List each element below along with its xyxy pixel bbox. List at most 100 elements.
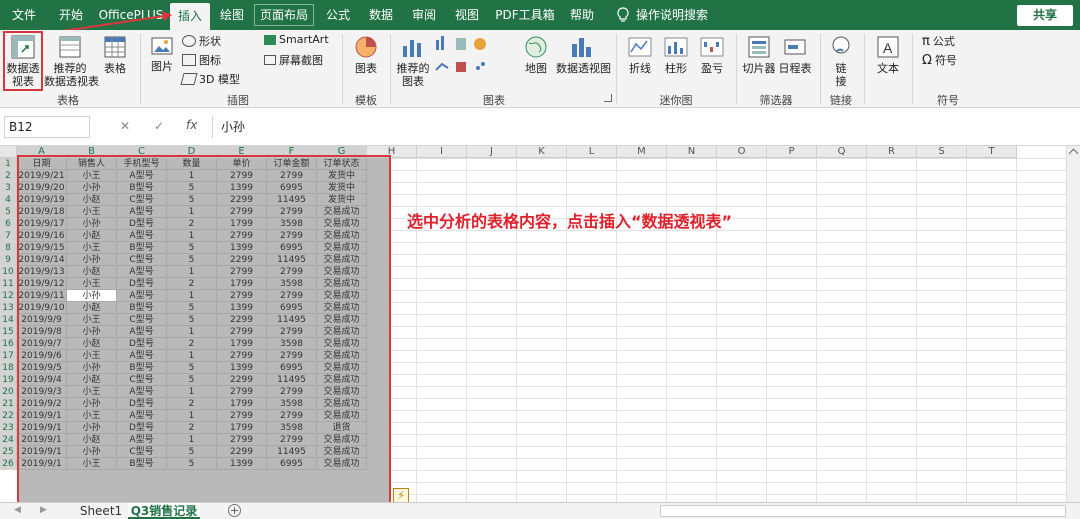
row-header-18[interactable]: 18 bbox=[0, 362, 17, 374]
tab-draw[interactable]: 绘图 bbox=[214, 0, 250, 30]
confirm-icon[interactable]: ✓ bbox=[154, 119, 164, 133]
3d-models-button[interactable]: 3D 模型 bbox=[180, 71, 240, 87]
row-header-3[interactable]: 3 bbox=[0, 182, 17, 194]
template-chart-button[interactable]: 图表 bbox=[350, 34, 382, 75]
ribbon-separator bbox=[820, 34, 821, 104]
share-button[interactable]: 共享 bbox=[1017, 5, 1073, 26]
tab-help[interactable]: 帮助 bbox=[564, 0, 600, 30]
sheet-tab-q3-sales[interactable]: Q3销售记录 bbox=[128, 503, 200, 519]
symbol-label: 符号 bbox=[934, 54, 957, 67]
formula-input[interactable]: 小孙 bbox=[212, 116, 1076, 138]
chart-template-icon bbox=[355, 36, 377, 58]
row-header-9[interactable]: 9 bbox=[0, 254, 17, 266]
column-header-s[interactable]: S bbox=[917, 146, 967, 158]
row-header-14[interactable]: 14 bbox=[0, 314, 17, 326]
tab-file[interactable]: 文件 bbox=[6, 0, 42, 30]
shapes-icon bbox=[182, 35, 196, 47]
sparkline-column-button[interactable]: 柱形 bbox=[660, 34, 692, 75]
symbol-button[interactable]: Ω 符号 bbox=[922, 52, 957, 68]
map-chart-button[interactable]: 地图 bbox=[520, 34, 552, 75]
column-header-i[interactable]: I bbox=[417, 146, 467, 158]
tab-formulas[interactable]: 公式 bbox=[320, 0, 356, 30]
column-header-p[interactable]: P bbox=[767, 146, 817, 158]
globe-icon bbox=[525, 36, 547, 58]
column-header-t[interactable]: T bbox=[967, 146, 1017, 158]
row-header-20[interactable]: 20 bbox=[0, 386, 17, 398]
tell-me-search[interactable]: 操作说明搜索 bbox=[636, 0, 708, 30]
equation-button[interactable]: π 公式 bbox=[922, 33, 955, 49]
pictures-button[interactable]: 图片 bbox=[147, 34, 177, 73]
ribbon-separator bbox=[342, 34, 343, 104]
lightbulb-icon bbox=[617, 7, 629, 22]
row-header-5[interactable]: 5 bbox=[0, 206, 17, 218]
column-header-m[interactable]: M bbox=[617, 146, 667, 158]
link-button[interactable]: 链 接 bbox=[826, 34, 856, 88]
pivot-chart-label: 数据透视图 bbox=[556, 62, 611, 75]
text-button[interactable]: A 文本 bbox=[872, 34, 904, 75]
row-header-24[interactable]: 24 bbox=[0, 434, 17, 446]
column-header-q[interactable]: Q bbox=[817, 146, 867, 158]
row-header-19[interactable]: 19 bbox=[0, 374, 17, 386]
screenshot-button[interactable]: 屏幕截图 bbox=[264, 52, 323, 68]
shapes-button[interactable]: 形状 bbox=[182, 33, 221, 49]
fx-icon[interactable]: fx bbox=[186, 118, 197, 132]
row-header-23[interactable]: 23 bbox=[0, 422, 17, 434]
chart-type-gallery[interactable] bbox=[434, 34, 492, 86]
smartart-button[interactable]: SmartArt bbox=[264, 33, 329, 46]
row-header-10[interactable]: 10 bbox=[0, 266, 17, 278]
row-header-4[interactable]: 4 bbox=[0, 194, 17, 206]
sparkline-line-button[interactable]: 折线 bbox=[624, 34, 656, 75]
instruction-annotation: 选中分析的表格内容，点击插入“数据透视表” bbox=[407, 212, 733, 231]
row-header-12[interactable]: 12 bbox=[0, 290, 17, 302]
icons-button[interactable]: 图标 bbox=[182, 52, 221, 68]
column-header-n[interactable]: N bbox=[667, 146, 717, 158]
sheet-prev-icon[interactable]: ◀ bbox=[14, 505, 21, 515]
slicer-button[interactable]: 切片器 bbox=[742, 34, 776, 75]
column-header-k[interactable]: K bbox=[517, 146, 567, 158]
tab-data[interactable]: 数据 bbox=[363, 0, 399, 30]
ribbon-separator bbox=[616, 34, 617, 104]
row-header-8[interactable]: 8 bbox=[0, 242, 17, 254]
pivot-chart-button[interactable]: 数据透视图 bbox=[556, 34, 611, 75]
sparkline-winloss-button[interactable]: 盈亏 bbox=[696, 34, 728, 75]
column-header-o[interactable]: O bbox=[717, 146, 767, 158]
row-header-11[interactable]: 11 bbox=[0, 278, 17, 290]
excel-window: 文件 开始 OfficePLUS 插入 绘图 页面布局 公式 数据 审阅 视图 … bbox=[0, 0, 1080, 519]
cancel-icon[interactable]: ✕ bbox=[120, 119, 130, 133]
sheet-tab-sheet1[interactable]: Sheet1 bbox=[78, 503, 124, 519]
slicer-icon bbox=[748, 36, 770, 58]
table-button[interactable]: 表格 bbox=[98, 34, 132, 75]
row-header-13[interactable]: 13 bbox=[0, 302, 17, 314]
row-header-6[interactable]: 6 bbox=[0, 218, 17, 230]
charts-dialog-launcher[interactable] bbox=[604, 94, 612, 102]
row-header-15[interactable]: 15 bbox=[0, 326, 17, 338]
timeline-button[interactable]: 日程表 bbox=[778, 34, 812, 75]
row-header-25[interactable]: 25 bbox=[0, 446, 17, 458]
vertical-scrollbar[interactable] bbox=[1066, 146, 1080, 502]
row-header-26[interactable]: 26 bbox=[0, 458, 17, 470]
row-header-16[interactable]: 16 bbox=[0, 338, 17, 350]
scroll-up-icon[interactable] bbox=[1068, 148, 1079, 159]
row-header-2[interactable]: 2 bbox=[0, 170, 17, 182]
row-header-22[interactable]: 22 bbox=[0, 410, 17, 422]
column-header-r[interactable]: R bbox=[867, 146, 917, 158]
column-header-j[interactable]: J bbox=[467, 146, 517, 158]
row-header-7[interactable]: 7 bbox=[0, 230, 17, 242]
recommended-charts-button[interactable]: 推荐的 图表 bbox=[396, 34, 430, 88]
row-header-17[interactable]: 17 bbox=[0, 350, 17, 362]
tab-view[interactable]: 视图 bbox=[449, 0, 485, 30]
column-header-l[interactable]: L bbox=[567, 146, 617, 158]
quick-analysis-icon[interactable]: ⚡ bbox=[393, 488, 409, 502]
add-sheet-icon[interactable]: + bbox=[228, 504, 241, 517]
sheet-next-icon[interactable]: ▶ bbox=[40, 505, 47, 515]
row-header-21[interactable]: 21 bbox=[0, 398, 17, 410]
tab-page-layout[interactable]: 页面布局 bbox=[254, 4, 314, 26]
select-all-corner[interactable] bbox=[0, 146, 17, 158]
spreadsheet-grid[interactable]: ABCDEFGHIJKLMNOPQRST 1 2 3 4 5 6 7 8 9 10 11 12 13 14… bbox=[0, 146, 1080, 502]
row-header-1[interactable]: 1 bbox=[0, 158, 17, 170]
name-box[interactable]: B12 bbox=[4, 116, 90, 138]
horizontal-scrollbar[interactable] bbox=[660, 505, 1066, 517]
tab-pdf-toolbox[interactable]: PDF工具箱 bbox=[492, 0, 558, 30]
recommended-pivot-button[interactable]: 推荐的 数据透视表 bbox=[44, 34, 99, 88]
tab-review[interactable]: 审阅 bbox=[406, 0, 442, 30]
